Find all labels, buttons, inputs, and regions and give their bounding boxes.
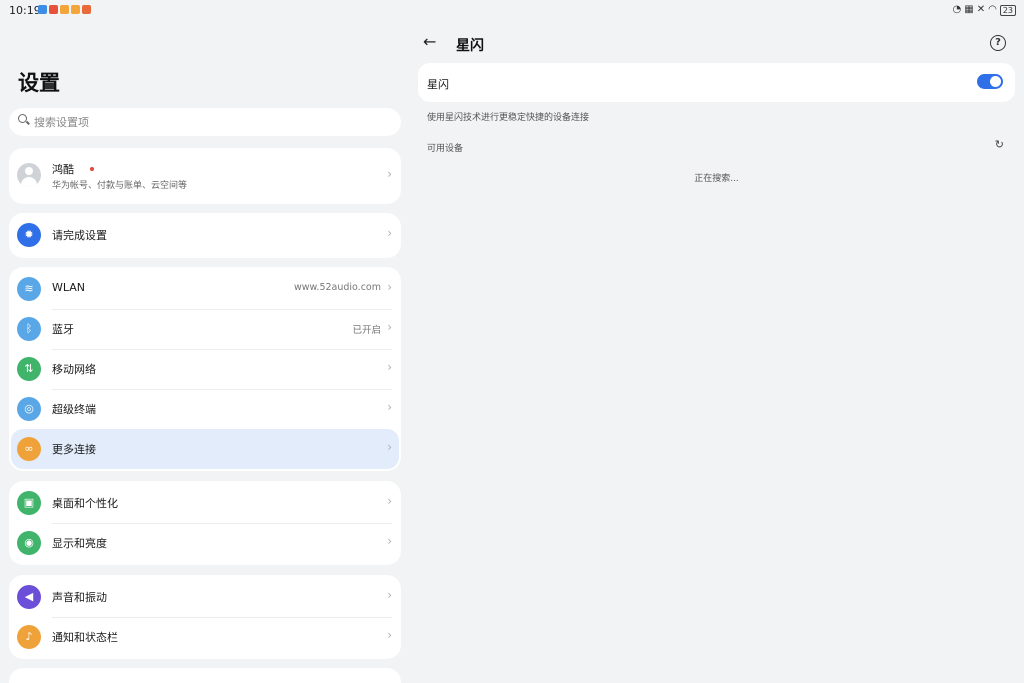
chevron-right-icon: › — [387, 588, 392, 602]
status-indicators: ◔ ▦ ✕ ◠ 23 — [952, 4, 1016, 16]
detail-title: 星闪 — [456, 38, 484, 54]
wlan-value: www.52audio.com — [293, 282, 381, 293]
mobile-network-icon: ⇅ — [17, 357, 41, 381]
sidebar-item-desktop[interactable]: ▣ 桌面和个性化 › — [9, 483, 401, 523]
sound-card: ◀ 声音和振动 › ♪ 通知和状态栏 › — [9, 575, 401, 659]
sidebar-item-label: 移动网络 — [52, 363, 96, 376]
chevron-right-icon: › — [387, 226, 392, 240]
search-bar[interactable] — [9, 108, 401, 136]
app-notification-icon — [38, 5, 47, 14]
notification-icon: ♪ — [17, 625, 41, 649]
wifi-icon: ≋ — [17, 277, 41, 301]
vibrate-icon: ▦ — [964, 4, 974, 15]
complete-setup-label: 请完成设置 — [52, 229, 107, 242]
sidebar-item-label: WLAN — [52, 281, 86, 294]
chevron-right-icon: › — [387, 360, 392, 374]
sidebar-item-label: 显示和亮度 — [52, 537, 107, 550]
status-time: 10:19 — [9, 4, 41, 17]
super-device-icon: ◎ — [17, 397, 41, 421]
sidebar-item-label: 超级终端 — [52, 403, 96, 416]
app-notification-icon — [82, 5, 91, 14]
app-notification-icon — [60, 5, 69, 14]
display-icon: ◉ — [17, 531, 41, 555]
more-connections-icon: ∞ — [17, 437, 41, 461]
app-notification-icon — [71, 5, 80, 14]
settings-pane: 设置 鸿酷 华为帐号、付款与账单、云空间等 › ✹ 请完成设置 › ≋ WLAN… — [0, 24, 409, 683]
chevron-right-icon: › — [387, 440, 392, 454]
sidebar-item-super-device[interactable]: ◎ 超级终端 › — [9, 389, 401, 429]
chevron-right-icon: › — [387, 280, 392, 294]
personalization-card: ▣ 桌面和个性化 › ◉ 显示和亮度 › — [9, 481, 401, 565]
account-card[interactable]: 鸿酷 华为帐号、付款与账单、云空间等 › — [9, 148, 401, 204]
chevron-right-icon: › — [387, 628, 392, 642]
wifi-status-icon: ◠ — [988, 4, 997, 15]
sidebar-item-display[interactable]: ◉ 显示和亮度 › — [9, 523, 401, 563]
bluetooth-icon: ᛒ — [17, 317, 41, 341]
detail-pane: ← 星闪 ? 星闪 使用星闪技术进行更稳定快捷的设备连接 可用设备 ↻ 正在搜索… — [409, 24, 1024, 683]
help-icon[interactable]: ? — [990, 35, 1006, 51]
nfc-icon: ◔ — [952, 4, 962, 15]
app-notification-icon — [49, 5, 58, 14]
setup-bulb-icon: ✹ — [17, 223, 41, 247]
nearlink-toggle-label: 星闪 — [427, 78, 449, 91]
sidebar-item-label: 更多连接 — [52, 443, 96, 456]
nearlink-toggle[interactable] — [977, 74, 1003, 89]
sidebar-item-label: 通知和状态栏 — [52, 631, 118, 644]
sidebar-item-label: 声音和振动 — [52, 591, 107, 604]
status-bar: 10:19 ◔ ▦ ✕ ◠ 23 — [0, 0, 1024, 24]
desktop-icon: ▣ — [17, 491, 41, 515]
refresh-icon[interactable]: ↻ — [995, 138, 1004, 151]
sidebar-item-label: 蓝牙 — [52, 323, 74, 336]
searching-status: 正在搜索... — [694, 174, 739, 184]
back-arrow-icon[interactable]: ← — [423, 32, 445, 54]
sidebar-item-wlan[interactable]: ≋ WLAN www.52audio.com › — [9, 269, 401, 309]
nearlink-toggle-card: 星闪 — [418, 63, 1015, 102]
bluetooth-value: 已开启 — [352, 325, 381, 336]
chevron-right-icon: › — [387, 494, 392, 508]
battery-indicator: 23 — [999, 4, 1016, 16]
sidebar-item-notifications[interactable]: ♪ 通知和状态栏 › — [9, 617, 401, 657]
search-input[interactable] — [34, 108, 384, 136]
account-name: 鸿酷 — [52, 163, 74, 176]
next-card-partial — [9, 668, 401, 683]
search-icon — [18, 114, 27, 123]
page-title: 设置 — [18, 71, 60, 95]
account-subtitle: 华为帐号、付款与账单、云空间等 — [52, 181, 188, 191]
sound-icon: ◀ — [17, 585, 41, 609]
notification-dot — [90, 167, 94, 171]
chevron-right-icon: › — [387, 400, 392, 414]
chevron-right-icon: › — [387, 320, 392, 334]
connectivity-card: ≋ WLAN www.52audio.com › ᛒ 蓝牙 已开启 › ⇅ 移动… — [9, 267, 401, 471]
complete-setup-card[interactable]: ✹ 请完成设置 › — [9, 213, 401, 258]
sidebar-item-mobile-network[interactable]: ⇅ 移动网络 › — [9, 349, 401, 389]
sidebar-item-more-connections[interactable]: ∞ 更多连接 › — [11, 429, 399, 469]
nearlink-description: 使用星闪技术进行更稳定快捷的设备连接 — [427, 113, 590, 123]
sidebar-item-label: 桌面和个性化 — [52, 497, 118, 510]
chevron-right-icon: › — [387, 167, 392, 181]
status-app-icons — [38, 5, 91, 14]
sidebar-item-sound[interactable]: ◀ 声音和振动 › — [9, 577, 401, 617]
avatar — [17, 163, 41, 187]
available-devices-header: 可用设备 — [427, 144, 464, 154]
chevron-right-icon: › — [387, 534, 392, 548]
complete-setup-row[interactable]: ✹ 请完成设置 › — [9, 215, 401, 255]
sidebar-item-bluetooth[interactable]: ᛒ 蓝牙 已开启 › — [9, 309, 401, 349]
mute-icon: ✕ — [976, 4, 986, 15]
